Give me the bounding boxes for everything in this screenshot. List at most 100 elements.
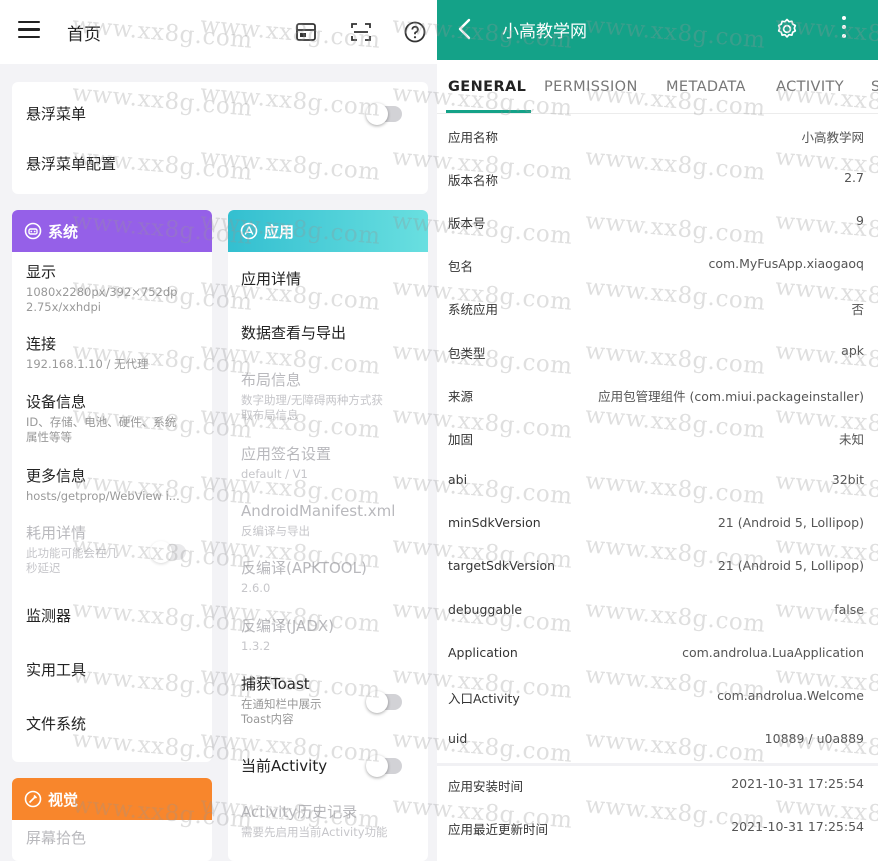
- item-title: 实用工具: [26, 661, 87, 679]
- info-row[interactable]: targetSdkVersion 21 (Android 5, Lollipop…: [437, 545, 878, 588]
- vision-card: 视觉 屏幕拾色: [12, 778, 212, 861]
- page-title: 首页: [67, 25, 101, 45]
- help-icon[interactable]: [403, 20, 427, 44]
- info-row[interactable]: 包类型 apk: [437, 330, 878, 373]
- info-row[interactable]: Application com.androlua.LuaApplication: [437, 632, 878, 675]
- info-row[interactable]: minSdkVersion 21 (Android 5, Lollipop): [437, 502, 878, 545]
- info-value: 未知: [838, 432, 864, 447]
- info-key: debuggable: [448, 602, 523, 617]
- sys-item-display[interactable]: 显示 1080x2280px/392×752dp 2.75x/xxhdpi: [26, 262, 206, 315]
- info-row[interactable]: 应用最近更新时间 2021-10-31 17:25:54: [437, 806, 878, 849]
- app-item-details[interactable]: 应用详情: [241, 269, 426, 289]
- item-sub: default / V1: [241, 467, 308, 481]
- back-arrow-icon[interactable]: [455, 16, 475, 42]
- info-key: 加固: [448, 432, 474, 447]
- item-title: 更多信息: [26, 467, 87, 485]
- item-title: 反编译(APKTOOL): [241, 559, 367, 577]
- item-sub: hosts/getprop/WebView i...: [26, 489, 180, 503]
- tab-more[interactable]: S: [871, 79, 878, 95]
- app-item-manifest[interactable]: AndroidManifest.xml 反编译与导出: [241, 501, 426, 539]
- item-sub: 反编译与导出: [241, 524, 310, 538]
- item-title: AndroidManifest.xml: [241, 502, 396, 520]
- window-icon[interactable]: [294, 20, 318, 44]
- usage-toggle[interactable]: [150, 541, 186, 563]
- home-screen: 首页 悬浮菜单 悬浮菜单配置 系统 显示 1080x2280px/392×752…: [0, 0, 437, 861]
- item-title: 应用签名设置: [241, 445, 332, 463]
- info-row[interactable]: 加固 未知: [437, 416, 878, 459]
- app-item-layout-info[interactable]: 布局信息 数字助理/无障碍两种方式获 取布局信息: [241, 370, 426, 423]
- info-value: false: [834, 602, 864, 617]
- menu-icon[interactable]: [18, 21, 40, 39]
- tab-activity[interactable]: ACTIVITY: [776, 79, 844, 95]
- app-item-data-export[interactable]: 数据查看与导出: [241, 323, 426, 343]
- info-key: targetSdkVersion: [448, 558, 556, 573]
- item-title: 应用详情: [241, 270, 302, 288]
- item-title: 反编译(JADX): [241, 617, 334, 635]
- robot-icon: [24, 222, 42, 240]
- info-key: uid: [448, 731, 468, 746]
- info-row[interactable]: 应用名称 小高教学网: [437, 114, 878, 157]
- info-value: 21 (Android 5, Lollipop): [717, 558, 864, 573]
- info-value: 应用包管理组件 (com.miui.packageinstaller): [598, 389, 864, 404]
- info-key: 包类型: [448, 346, 486, 361]
- info-value: 9: [856, 213, 864, 228]
- item-title: 设备信息: [26, 393, 87, 411]
- info-key: 应用名称: [448, 130, 499, 145]
- app-item-signature[interactable]: 应用签名设置 default / V1: [241, 444, 426, 482]
- info-row[interactable]: 系统应用 否: [437, 286, 878, 329]
- sys-item-device-info[interactable]: 设备信息 ID、存储、电池、硬件、系统 属性等等: [26, 392, 206, 445]
- info-row[interactable]: 应用安装时间 2021-10-31 17:25:54: [437, 763, 878, 806]
- tab-permission[interactable]: PERMISSION: [544, 79, 638, 95]
- info-row[interactable]: 包名 com.MyFusApp.xiaogaoq: [437, 243, 878, 286]
- item-sub: 1080x2280px/392×752dp 2.75x/xxhdpi: [26, 285, 178, 314]
- app-item-jadx[interactable]: 反编译(JADX) 1.3.2: [241, 616, 426, 654]
- item-sub: 需要先启用当前Activity功能: [241, 825, 388, 839]
- current-activity-toggle[interactable]: [366, 755, 402, 777]
- app-item-apktool[interactable]: 反编译(APKTOOL) 2.6.0: [241, 558, 426, 596]
- float-menu-toggle[interactable]: [366, 103, 402, 125]
- item-title: 连接: [26, 335, 57, 353]
- info-key: 系统应用: [448, 302, 499, 317]
- item-title: 监测器: [26, 607, 72, 625]
- info-value: 否: [851, 302, 864, 317]
- item-title: 数据查看与导出: [241, 324, 347, 342]
- tab-general[interactable]: GENERAL: [448, 79, 526, 95]
- app-item-activity-history[interactable]: Activity历史记录 需要先启用当前Activity功能: [241, 802, 426, 840]
- sys-item-more-info[interactable]: 更多信息 hosts/getprop/WebView i...: [26, 466, 206, 504]
- scan-icon[interactable]: [349, 20, 373, 44]
- apps-header: 应用: [228, 210, 428, 252]
- sys-item-monitor[interactable]: 监测器: [26, 606, 206, 626]
- capture-toast-toggle[interactable]: [366, 691, 402, 713]
- vision-item-color-picker[interactable]: 屏幕拾色: [26, 828, 206, 848]
- info-value: 小高教学网: [801, 130, 864, 145]
- info-row[interactable]: 来源 应用包管理组件 (com.miui.packageinstaller): [437, 373, 878, 416]
- sys-item-filesystem[interactable]: 文件系统: [26, 714, 206, 734]
- tab-metadata[interactable]: METADATA: [666, 79, 746, 95]
- more-vert-icon[interactable]: [841, 16, 847, 42]
- float-menu-config[interactable]: 悬浮菜单配置: [26, 153, 116, 174]
- info-row[interactable]: abi 32bit: [437, 459, 878, 502]
- float-menu-toggle-label[interactable]: 悬浮菜单: [26, 103, 86, 124]
- sys-item-utilities[interactable]: 实用工具: [26, 660, 206, 680]
- info-row[interactable]: debuggable false: [437, 589, 878, 632]
- app-bar-title: 小高教学网: [502, 22, 587, 42]
- info-row[interactable]: uid 10889 / u0a889: [437, 718, 878, 761]
- info-row[interactable]: 入口Activity com.androlua.Welcome: [437, 675, 878, 718]
- info-row[interactable]: 版本号 9: [437, 200, 878, 243]
- info-key: abi: [448, 472, 468, 487]
- item-title: 屏幕拾色: [26, 829, 87, 847]
- apps-card: 应用 应用详情 数据查看与导出 布局信息 数字助理/无障碍两种方式获 取布局信息…: [228, 210, 428, 861]
- app-detail-screen: 小高教学网 GENERAL PERMISSION METADATA ACTIVI…: [437, 0, 878, 861]
- item-title: 文件系统: [26, 715, 87, 733]
- info-key: Application: [448, 645, 518, 660]
- apps-header-label: 应用: [264, 223, 295, 241]
- eyedropper-icon: [24, 790, 42, 808]
- system-header-label: 系统: [48, 223, 79, 241]
- info-row[interactable]: 版本名称 2.7: [437, 157, 878, 200]
- info-key: 版本名称: [448, 173, 499, 188]
- info-value: com.androlua.LuaApplication: [682, 645, 864, 660]
- info-key: 应用最近更新时间: [448, 822, 549, 837]
- sys-item-connection[interactable]: 连接 192.168.1.10 / 无代理: [26, 334, 206, 372]
- gear-icon[interactable]: [775, 17, 799, 41]
- item-title: 耗用详情: [26, 524, 87, 542]
